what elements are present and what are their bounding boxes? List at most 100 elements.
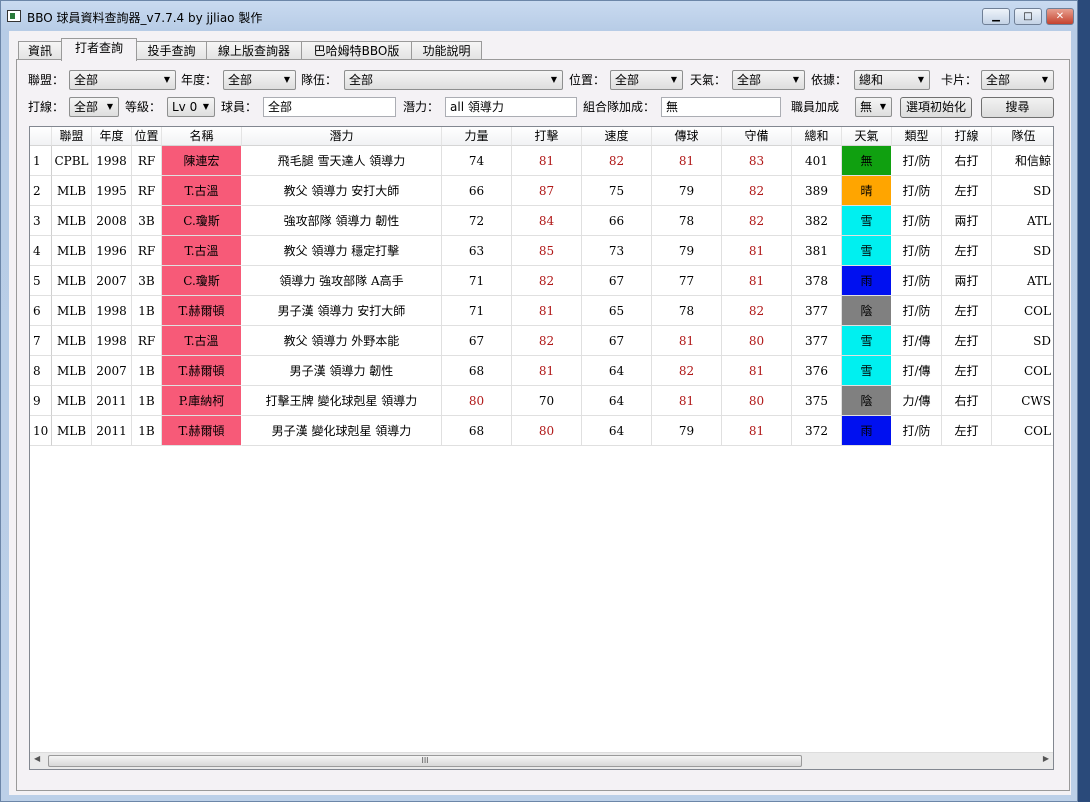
- cell-team: 和信鯨: [992, 146, 1053, 176]
- cell-team: ATL: [992, 266, 1053, 296]
- tab-batter-query[interactable]: 打者查詢: [61, 38, 137, 61]
- cell-row-number: 8: [30, 356, 52, 386]
- cell-year: 1998: [92, 146, 132, 176]
- cell-batting-side: 左打: [942, 326, 992, 356]
- minimize-button[interactable]: ▁: [982, 8, 1010, 25]
- cell-type: 打/防: [892, 206, 942, 236]
- cell-row-number: 2: [30, 176, 52, 206]
- league-select[interactable]: 全部 ▼: [69, 70, 176, 90]
- cell-defense: 80: [722, 326, 792, 356]
- column-header-batting[interactable]: 打擊: [512, 127, 582, 146]
- search-button[interactable]: 搜尋: [981, 97, 1054, 118]
- cell-league: MLB: [52, 356, 92, 386]
- cell-batting: 84: [512, 206, 582, 236]
- card-select[interactable]: 全部 ▼: [981, 70, 1054, 90]
- cell-batting-side: 右打: [942, 386, 992, 416]
- cell-potential: 強攻部隊 領導力 韌性: [242, 206, 442, 236]
- cell-potential: 男子漢 領導力 韌性: [242, 356, 442, 386]
- cell-speed: 66: [582, 206, 652, 236]
- position-select[interactable]: 全部 ▼: [610, 70, 683, 90]
- sort-by-value: 總和: [859, 73, 884, 87]
- combo-bonus-input[interactable]: 無: [661, 97, 781, 117]
- tab-info[interactable]: 資訊: [18, 41, 62, 60]
- cell-batting-side: 左打: [942, 176, 992, 206]
- column-header-potential[interactable]: 潛力: [242, 127, 442, 146]
- cell-defense: 82: [722, 296, 792, 326]
- column-header-weather[interactable]: 天氣: [842, 127, 892, 146]
- potential-input[interactable]: all 領導力: [445, 97, 577, 117]
- cell-total: 377: [792, 326, 842, 356]
- batting-label: 打線：: [28, 100, 65, 114]
- level-label: 等級：: [125, 100, 162, 114]
- cell-speed: 64: [582, 356, 652, 386]
- cell-league: CPBL: [52, 146, 92, 176]
- column-header-throwing[interactable]: 傳球: [652, 127, 722, 146]
- cell-defense: 81: [722, 416, 792, 446]
- column-header-type[interactable]: 類型: [892, 127, 942, 146]
- reset-options-button[interactable]: 選項初始化: [900, 97, 972, 118]
- league-value: 全部: [74, 73, 99, 87]
- cell-team: COL: [992, 356, 1053, 386]
- cell-position: RF: [132, 236, 162, 266]
- cell-weather: 雨: [842, 416, 892, 446]
- close-button[interactable]: ✕: [1046, 8, 1074, 25]
- cell-batting: 80: [512, 416, 582, 446]
- cell-batting: 82: [512, 326, 582, 356]
- cell-year: 1995: [92, 176, 132, 206]
- cell-power: 80: [442, 386, 512, 416]
- column-header-year[interactable]: 年度: [92, 127, 132, 146]
- column-header-speed[interactable]: 速度: [582, 127, 652, 146]
- cell-potential: 飛毛腿 雪天達人 領導力: [242, 146, 442, 176]
- cell-throwing: 81: [652, 386, 722, 416]
- year-label: 年度：: [181, 73, 218, 87]
- column-header-position[interactable]: 位置: [132, 127, 162, 146]
- cell-row-number: 1: [30, 146, 52, 176]
- column-header-defense[interactable]: 守備: [722, 127, 792, 146]
- cell-weather: 無: [842, 146, 892, 176]
- cell-batting: 70: [512, 386, 582, 416]
- cell-year: 2008: [92, 206, 132, 236]
- team-select[interactable]: 全部 ▼: [344, 70, 563, 90]
- chevron-down-icon: ▼: [879, 102, 886, 111]
- sort-by-label: 依據：: [811, 73, 848, 87]
- chevron-down-icon: ▼: [1041, 75, 1048, 84]
- tab-pitcher-query[interactable]: 投手查詢: [136, 41, 207, 60]
- cell-speed: 67: [582, 326, 652, 356]
- cell-throwing: 81: [652, 146, 722, 176]
- column-header-batting-side[interactable]: 打線: [942, 127, 992, 146]
- player-input[interactable]: 全部: [263, 97, 396, 117]
- cell-batting: 81: [512, 146, 582, 176]
- maximize-button[interactable]: □: [1014, 8, 1042, 25]
- horizontal-scrollbar[interactable]: ◀ III ▶: [30, 752, 1053, 769]
- cell-type: 打/防: [892, 296, 942, 326]
- cell-speed: 75: [582, 176, 652, 206]
- cell-power: 66: [442, 176, 512, 206]
- column-header-row-number[interactable]: [30, 127, 52, 146]
- weather-select[interactable]: 全部 ▼: [732, 70, 805, 90]
- cell-power: 63: [442, 236, 512, 266]
- cell-total: 377: [792, 296, 842, 326]
- tab-online-query[interactable]: 線上版查詢器: [206, 41, 302, 60]
- staff-bonus-select[interactable]: 無 ▼: [855, 97, 892, 117]
- year-select[interactable]: 全部 ▼: [223, 70, 296, 90]
- column-header-total[interactable]: 總和: [792, 127, 842, 146]
- column-header-power[interactable]: 力量: [442, 127, 512, 146]
- tab-help[interactable]: 功能說明: [411, 41, 482, 60]
- cell-name: C.瓊斯: [162, 206, 242, 236]
- scroll-right-icon[interactable]: ▶: [1043, 754, 1049, 763]
- league-label: 聯盟：: [28, 73, 65, 87]
- cell-potential: 男子漢 變化球剋星 領導力: [242, 416, 442, 446]
- cell-team: ATL: [992, 206, 1053, 236]
- column-header-league[interactable]: 聯盟: [52, 127, 92, 146]
- tab-bahamut-bbo[interactable]: 巴哈姆特BBO版: [301, 41, 412, 60]
- batting-select[interactable]: 全部 ▼: [69, 97, 119, 117]
- column-header-team[interactable]: 隊伍: [992, 127, 1053, 146]
- sort-by-select[interactable]: 總和 ▼: [854, 70, 930, 90]
- cell-weather: 雪: [842, 206, 892, 236]
- column-header-name[interactable]: 名稱: [162, 127, 242, 146]
- scroll-left-icon[interactable]: ◀: [34, 754, 40, 763]
- cell-team: SD: [992, 176, 1053, 206]
- cell-total: 376: [792, 356, 842, 386]
- scrollbar-thumb[interactable]: III: [48, 755, 802, 767]
- level-select[interactable]: Lv 0 ▼: [167, 97, 215, 117]
